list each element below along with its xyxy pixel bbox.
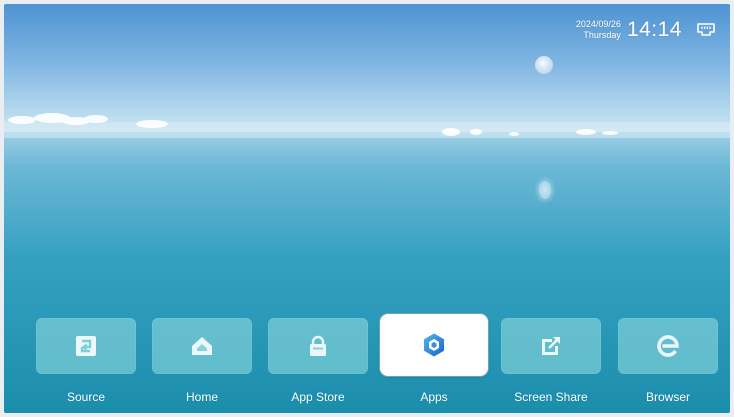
launcher-screen: 2024/09/26 Thursday 14:14 Source Home Ap…: [4, 4, 730, 413]
date-text: 2024/09/26: [575, 19, 621, 29]
dock-item-source[interactable]: [36, 318, 136, 374]
dock-label-source: Source: [66, 390, 106, 404]
date-block: 2024/09/26 Thursday: [576, 19, 621, 41]
app-dock: Source Home App Store Apps Screen Share …: [4, 316, 730, 413]
source-icon: [76, 336, 96, 356]
moon: [535, 56, 553, 74]
dock-label-app-store: App Store: [291, 390, 345, 404]
status-bar: 2024/09/26 Thursday 14:14: [576, 18, 716, 42]
home-icon: [192, 337, 212, 355]
dock-item-home[interactable]: [152, 318, 252, 374]
app-store-icon: [310, 335, 326, 356]
dock-item-screen-share[interactable]: [501, 318, 601, 374]
dock-item-app-store[interactable]: [268, 318, 368, 374]
dock-label-home: Home: [185, 390, 218, 404]
dock-label-screen-share: Screen Share: [514, 390, 588, 404]
dock-label-browser: Browser: [645, 390, 690, 404]
ethernet-icon: [697, 23, 715, 36]
dock-item-apps[interactable]: [382, 316, 486, 374]
weekday-text: Thursday: [583, 30, 621, 40]
dock-label-apps: Apps: [420, 390, 448, 404]
browser-icon: [657, 335, 679, 357]
screen-share-icon: [542, 337, 560, 355]
clock: 14:14: [626, 18, 682, 41]
dock-item-browser[interactable]: [618, 318, 718, 374]
apps-icon: [424, 333, 444, 357]
